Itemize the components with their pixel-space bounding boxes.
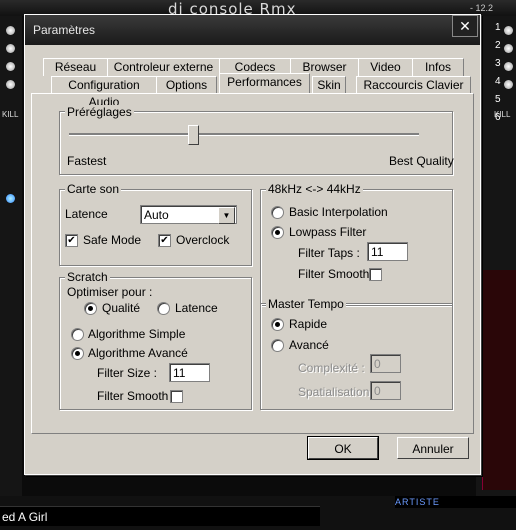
tab-controleur-externe[interactable]: Controleur externe bbox=[107, 58, 220, 76]
tab-reseau[interactable]: Réseau bbox=[43, 58, 108, 76]
latency-label: Latence bbox=[65, 207, 108, 221]
safe-mode-label: Safe Mode bbox=[83, 233, 142, 247]
deck-button-icon[interactable] bbox=[504, 26, 513, 35]
spatialisation-input[interactable]: 0 bbox=[370, 381, 401, 400]
presets-title: Préréglages bbox=[65, 105, 134, 119]
algo-simple-label: Algorithme Simple bbox=[88, 327, 186, 341]
deck-button-icon[interactable] bbox=[6, 80, 15, 89]
ok-button[interactable]: OK bbox=[307, 436, 379, 460]
algo-advanced-label: Algorithme Avancé bbox=[88, 346, 188, 360]
deck-number: 2 bbox=[495, 40, 501, 51]
tempo-fast-label: Rapide bbox=[289, 317, 328, 331]
dialog-title: Paramètres bbox=[33, 23, 96, 37]
complexity-label: Complexité : bbox=[298, 361, 365, 375]
tab-options[interactable]: Options bbox=[156, 76, 217, 94]
master-tempo-title: Master Tempo bbox=[266, 297, 346, 311]
sound-card-group bbox=[59, 189, 252, 266]
presets-fastest-label: Fastest bbox=[67, 154, 107, 168]
deck-button-icon[interactable] bbox=[6, 62, 15, 71]
deck-number: 4 bbox=[495, 76, 501, 87]
scratch-filter-smooth-checkbox[interactable] bbox=[170, 390, 183, 403]
presets-slider-thumb[interactable] bbox=[188, 125, 199, 145]
deck-number: 3 bbox=[495, 58, 501, 69]
deck-number: 5 bbox=[495, 94, 501, 105]
resample-filter-smooth-checkbox[interactable] bbox=[369, 268, 382, 281]
deck-button-icon[interactable] bbox=[6, 44, 15, 53]
basic-interpolation-radio[interactable] bbox=[271, 206, 284, 219]
tab-raccourcis-clavier[interactable]: Raccourcis Clavier bbox=[356, 76, 471, 94]
close-button[interactable]: ✕ bbox=[452, 15, 478, 37]
filter-size-input[interactable]: 11 bbox=[169, 363, 210, 382]
deck-button-icon[interactable] bbox=[504, 44, 513, 53]
latency-select[interactable]: Auto ▼ bbox=[140, 205, 237, 224]
settings-dialog: Paramètres ✕ Réseau Controleur externe C… bbox=[24, 14, 481, 475]
tempo-fast-radio[interactable] bbox=[271, 318, 284, 331]
tempo-advanced-label: Avancé bbox=[289, 338, 329, 352]
optimize-label: Optimiser pour : bbox=[67, 285, 153, 299]
artist-column-header[interactable]: ARTISTE bbox=[395, 496, 516, 508]
latency-radio[interactable] bbox=[157, 302, 170, 315]
tab-video[interactable]: Video bbox=[358, 58, 413, 76]
scratch-latency-label: Latence bbox=[175, 301, 218, 315]
tempo-advanced-radio[interactable] bbox=[271, 339, 284, 352]
safe-mode-checkbox[interactable]: ✔ bbox=[65, 234, 78, 247]
lowpass-filter-label: Lowpass Filter bbox=[289, 225, 367, 239]
deck-blue-button-icon[interactable] bbox=[6, 194, 15, 203]
lowpass-filter-radio[interactable] bbox=[271, 226, 284, 239]
presets-slider-track[interactable] bbox=[69, 133, 419, 136]
resample-title: 48kHz <-> 44kHz bbox=[266, 182, 363, 196]
complexity-input[interactable]: 0 bbox=[370, 354, 401, 373]
algo-simple-radio[interactable] bbox=[71, 328, 84, 341]
deck-button-icon[interactable] bbox=[504, 80, 513, 89]
quality-label: Qualité bbox=[102, 301, 141, 315]
deck-button-icon[interactable] bbox=[6, 26, 15, 35]
filter-taps-label: Filter Taps : bbox=[298, 246, 360, 260]
cancel-button[interactable]: Annuler bbox=[397, 437, 469, 459]
spatialisation-label: Spatialisation : bbox=[298, 385, 377, 399]
algo-advanced-radio[interactable] bbox=[71, 347, 84, 360]
tab-configuration-audio[interactable]: Configuration Audio bbox=[51, 76, 157, 109]
now-playing-text: ed A Girl bbox=[0, 506, 320, 526]
app-version: - 12.2 bbox=[470, 3, 494, 13]
deck-button-icon[interactable] bbox=[504, 62, 513, 71]
tab-performances[interactable]: Performances bbox=[219, 73, 310, 93]
chevron-down-icon[interactable]: ▼ bbox=[218, 207, 235, 224]
right-kill-label: KILL bbox=[494, 110, 511, 119]
overclock-label: Overclock bbox=[176, 233, 230, 247]
sound-card-title: Carte son bbox=[65, 182, 122, 196]
scratch-title: Scratch bbox=[65, 270, 110, 284]
scratch-filter-smooth-label: Filter Smooth bbox=[97, 389, 169, 403]
quality-radio[interactable] bbox=[84, 302, 97, 315]
presets-best-quality-label: Best Quality bbox=[389, 154, 454, 168]
tab-infos[interactable]: Infos bbox=[412, 58, 464, 76]
basic-interpolation-label: Basic Interpolation bbox=[289, 205, 388, 219]
deck-number: 1 bbox=[495, 22, 501, 33]
right-deck-display bbox=[482, 270, 516, 490]
dialog-titlebar[interactable]: Paramètres ✕ bbox=[25, 15, 480, 45]
filter-size-label: Filter Size : bbox=[97, 366, 158, 380]
resample-filter-smooth-label: Filter Smooth bbox=[298, 267, 370, 281]
filter-taps-input[interactable]: 11 bbox=[367, 242, 408, 261]
overclock-checkbox[interactable]: ✔ bbox=[158, 234, 171, 247]
left-kill-label: KILL bbox=[2, 110, 19, 119]
tab-skin[interactable]: Skin bbox=[312, 76, 346, 94]
latency-value: Auto bbox=[144, 208, 169, 222]
